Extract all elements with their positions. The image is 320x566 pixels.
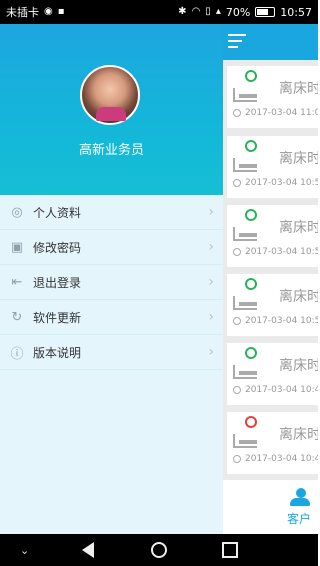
clock-status-icon (245, 278, 257, 290)
menu-label-logout: 退出登录 (33, 275, 82, 290)
alert-card[interactable]: 离床时 2017-03-04 10:5 (227, 274, 318, 336)
clock-icon (233, 109, 241, 117)
alert-card[interactable]: 离床时 2017-03-04 10:4 (227, 343, 318, 405)
alert-time-text: 2017-03-04 10:4 (245, 385, 318, 395)
logout-icon: ⇤ (11, 274, 23, 290)
alert-title: 离床时 (279, 427, 318, 443)
menu-item-software-update[interactable]: ↻ 软件更新 › (0, 300, 223, 335)
chevron-right-icon: › (208, 204, 214, 220)
bed-icon (233, 355, 261, 379)
battery-icon (255, 7, 276, 17)
user-avatar[interactable] (80, 65, 140, 125)
bed-icon (233, 78, 261, 102)
home-button[interactable] (151, 542, 167, 558)
alert-card[interactable]: 离床时 2017-03-04 10:5 (227, 136, 318, 198)
clock-status-icon (245, 347, 257, 359)
alert-time: 2017-03-04 11:0 (233, 108, 318, 118)
user-name: 高新业务员 (78, 143, 144, 158)
chevron-right-icon: › (208, 239, 214, 255)
menu-item-logout[interactable]: ⇤ 退出登录 › (0, 265, 223, 300)
top-app-bar (223, 24, 318, 60)
drawer-header: 高新业务员 (0, 24, 223, 195)
menu-label-software-update: 软件更新 (33, 310, 82, 325)
alert-time: 2017-03-04 10:5 (233, 178, 318, 188)
chevron-right-icon: › (208, 344, 214, 360)
clock-icon (233, 179, 241, 187)
refresh-icon: ↻ (11, 309, 23, 325)
alert-time-text: 2017-03-04 10:5 (245, 316, 318, 326)
alert-time-text: 2017-03-04 10:5 (245, 178, 318, 188)
alert-title: 离床时 (279, 151, 318, 167)
notification-icon: ◉ (44, 6, 53, 17)
main-content: 离床时 2017-03-04 11:0 离床时 2017-03-04 10:5 离床时 2… (223, 24, 318, 534)
bed-icon (233, 286, 261, 310)
navigation-drawer: 高新业务员 ◎ 个人资料 › ▣ 修改密码 › ⇤ 退出登录 › ↻ 软件更新 … (0, 24, 223, 534)
clock-icon (233, 317, 241, 325)
clock-status-icon (245, 416, 257, 428)
bed-icon (233, 217, 261, 241)
battery-fill (257, 9, 269, 15)
system-navigation-bar: ⌄ (0, 534, 318, 566)
battery-percent: 70% (225, 5, 251, 19)
wifi-icon: ◠ (191, 6, 201, 17)
menu-item-change-password[interactable]: ▣ 修改密码 › (0, 230, 223, 265)
alert-title: 离床时 (279, 81, 318, 97)
alert-card[interactable]: 离床时 2017-03-04 11:0 (227, 66, 318, 128)
tab-label-customers: 客户 (287, 512, 312, 526)
clock-status-icon (245, 70, 257, 82)
bed-icon (233, 424, 261, 448)
alert-time-text: 2017-03-04 11:0 (245, 108, 318, 118)
hide-keyboard-icon[interactable]: ⌄ (20, 544, 36, 560)
alert-title: 离床时 (279, 358, 318, 374)
chevron-right-icon: › (208, 274, 214, 290)
alert-card[interactable]: 离床时 2017-03-04 10:4 (227, 412, 318, 474)
bottom-tab-customers[interactable]: 客户 (223, 480, 318, 534)
recent-apps-button[interactable] (222, 542, 238, 558)
alert-title: 离床时 (279, 289, 318, 305)
info-icon: ⓘ (10, 346, 24, 362)
alert-time-text: 2017-03-04 10:4 (245, 454, 318, 464)
app-notification-icon: ▪ (57, 6, 65, 17)
alert-time-text: 2017-03-04 10:5 (245, 247, 318, 257)
clock-icon (233, 386, 241, 394)
alert-time: 2017-03-04 10:5 (233, 316, 318, 326)
bed-icon (233, 148, 261, 172)
customers-icon (288, 488, 312, 506)
clock-icon (233, 455, 241, 463)
menu-label-change-password: 修改密码 (33, 240, 82, 255)
menu-label-profile: 个人资料 (33, 205, 82, 220)
clock-status-icon (245, 140, 257, 152)
menu-label-version-info: 版本说明 (33, 345, 82, 360)
person-icon: ◎ (11, 204, 23, 220)
menu-toggle-icon[interactable] (228, 34, 246, 48)
chevron-right-icon: › (208, 309, 214, 325)
alert-time: 2017-03-04 10:5 (233, 247, 318, 257)
menu-item-version-info[interactable]: ⓘ 版本说明 › (0, 335, 223, 370)
alert-time: 2017-03-04 10:4 (233, 385, 318, 395)
lock-icon: ▣ (10, 239, 24, 255)
alert-time: 2017-03-04 10:4 (233, 454, 318, 464)
signal-icon: ▴ (215, 6, 221, 17)
clock-icon (233, 248, 241, 256)
carrier-label: 未插卡 (6, 6, 39, 19)
clock-time: 10:57 (280, 5, 312, 19)
menu-item-profile[interactable]: ◎ 个人资料 › (0, 195, 223, 230)
back-button[interactable] (82, 542, 94, 558)
sim-icon: ▯ (205, 6, 211, 17)
bluetooth-icon: ✱ (178, 6, 187, 17)
alert-title: 离床时 (279, 220, 318, 236)
status-bar: 未插卡 ◉ ▪ ✱ ◠ ▯ ▴ 70% 10:57 (0, 0, 318, 24)
alert-card[interactable]: 离床时 2017-03-04 10:5 (227, 205, 318, 267)
clock-status-icon (245, 209, 257, 221)
